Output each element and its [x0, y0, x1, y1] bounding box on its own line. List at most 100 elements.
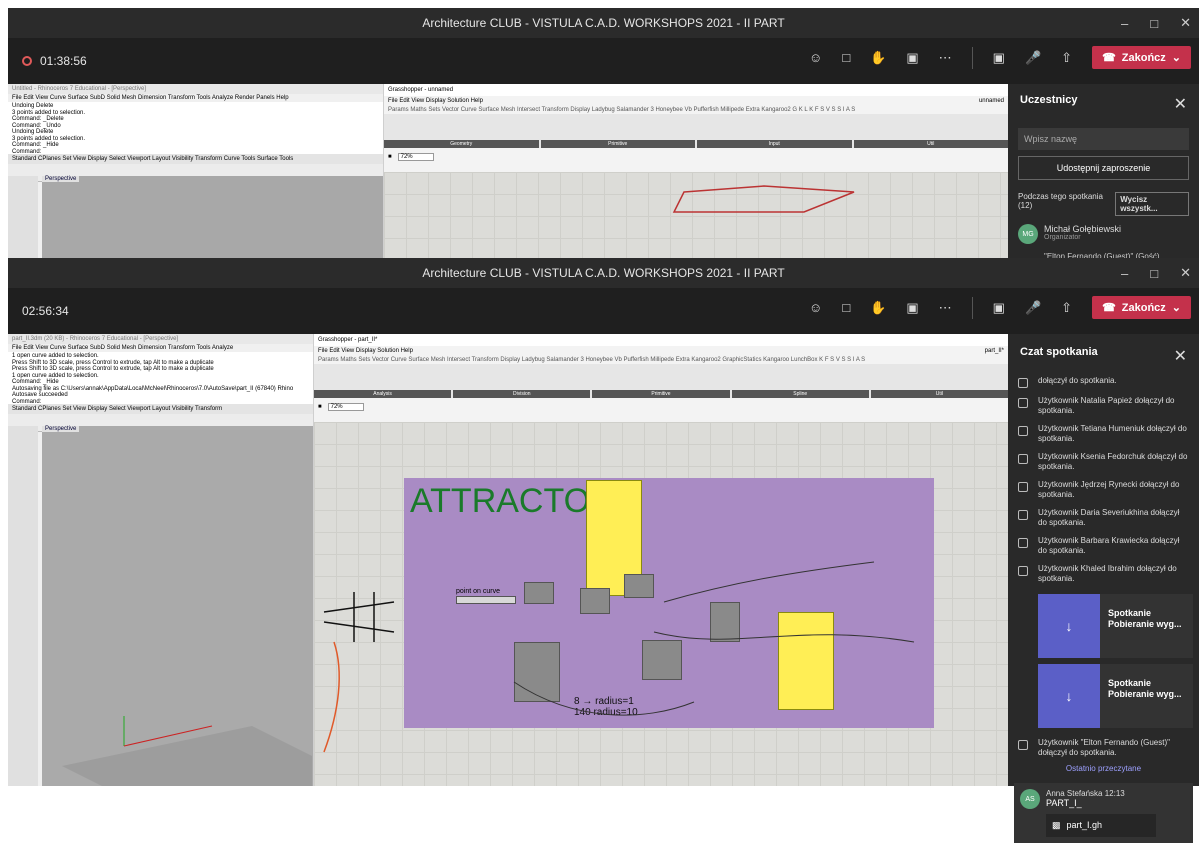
- close-icon[interactable]: ✕: [1180, 265, 1191, 281]
- chevron-down-icon: ⌄: [1171, 52, 1181, 64]
- save-icon[interactable]: ■: [388, 154, 392, 160]
- reactions-icon[interactable]: ✋: [870, 50, 886, 66]
- gh-group-label[interactable]: Division: [453, 390, 591, 398]
- gh-group-label[interactable]: Primitive: [540, 140, 695, 148]
- toolbar-tabs[interactable]: Standard CPlanes Set View Display Select…: [8, 404, 313, 414]
- gh-groups: Analysis Division Primitive Spline Util: [314, 390, 1008, 398]
- participant-name: Michał Gołębiewski: [1044, 224, 1122, 234]
- gh-menu[interactable]: File Edit View Display Solution Help: [318, 348, 413, 354]
- gh-canvas[interactable]: ATTRACTOR point on curve 8 → radius=1 14…: [314, 422, 1008, 786]
- gh-group-label[interactable]: Geometry: [384, 140, 539, 148]
- teams-window-top: Architecture CLUB - VISTULA C.A.D. WORKS…: [8, 8, 1199, 261]
- sketch-curve: [672, 185, 855, 213]
- gh-group-label[interactable]: Primitive: [592, 390, 730, 398]
- download-icon: ↓: [1038, 594, 1100, 658]
- gh-group-label[interactable]: Util: [853, 140, 1008, 148]
- minimize-icon[interactable]: –: [1121, 16, 1128, 31]
- gh-group-label[interactable]: Input: [697, 140, 852, 148]
- invite-button[interactable]: Udostępnij zaproszenie: [1018, 156, 1189, 180]
- rhino-window: Untitled - Rhinoceros 7 Educational - [P…: [8, 84, 383, 258]
- rhino-menu[interactable]: File Edit View Curve Surface SubD Solid …: [8, 344, 313, 352]
- meeting-toolbar: 02:56:34 ☺ □ ✋ ▣ ⋯ ▣ 🎤 ⇧ ☎ Zakończ ⌄: [8, 288, 1199, 334]
- download-card[interactable]: ↓ Spotkanie Pobieranie wyg...: [1038, 594, 1193, 658]
- divider: [971, 296, 973, 319]
- save-icon[interactable]: ■: [318, 404, 322, 410]
- gh-tabs[interactable]: Params Maths Sets Vector Curve Surface M…: [314, 356, 1008, 364]
- zoom-field[interactable]: 72%: [327, 403, 364, 411]
- join-icon: [1018, 510, 1028, 520]
- leave-button[interactable]: ☎ Zakończ ⌄: [1092, 46, 1191, 69]
- rhino-menu[interactable]: File Edit View Curve Surface SubD Solid …: [8, 94, 383, 102]
- rhino-window: part_II.3dm (20 KB) - Rhinoceros 7 Educa…: [8, 334, 313, 786]
- rhino-title: Untitled - Rhinoceros 7 Educational - [P…: [8, 84, 383, 94]
- sidebar-tools[interactable]: [8, 426, 38, 786]
- phone-icon: ☎: [1102, 52, 1116, 64]
- meeting-timer: 01:38:56: [22, 54, 87, 68]
- rooms-icon[interactable]: ▣: [906, 300, 918, 316]
- recording-icon: [22, 56, 32, 66]
- chat-message[interactable]: AS Anna Stefańska 12:13 PART_I_ ▩ part_I.…: [1014, 783, 1193, 843]
- close-icon[interactable]: ✕: [1180, 15, 1191, 31]
- camera-off-icon[interactable]: ▣: [993, 50, 1005, 66]
- gh-group-label[interactable]: Analysis: [314, 390, 452, 398]
- gh-tabs[interactable]: Params Maths Sets Vector Curve Surface M…: [384, 106, 1008, 114]
- sender-name: Anna Stefańska: [1046, 789, 1103, 798]
- window-controls: – □ ✕: [1121, 8, 1191, 38]
- gh-doc-name: unnamed: [978, 98, 1004, 104]
- viewport[interactable]: Perspective: [42, 426, 313, 786]
- share-icon[interactable]: ⇧: [1061, 50, 1072, 66]
- participants-icon[interactable]: ☺: [809, 300, 822, 315]
- participant-item[interactable]: MG Michał Gołębiewski Organizator: [1008, 222, 1199, 246]
- chat-icon[interactable]: □: [842, 300, 850, 315]
- file-icon: ▩: [1052, 820, 1061, 830]
- message-time: 12:13: [1104, 789, 1125, 798]
- toolbar-tabs[interactable]: Standard CPlanes Set View Display Select…: [8, 154, 383, 164]
- download-icon: ↓: [1038, 664, 1100, 728]
- more-icon[interactable]: ⋯: [939, 50, 952, 66]
- gh-title: Grasshopper - unnamed: [384, 84, 1008, 96]
- maximize-icon[interactable]: □: [1150, 16, 1158, 31]
- command-history: 1 open curve added to selection. Press Sh…: [8, 352, 313, 404]
- list-item: Użytkownik "Elton Fernando (Guest)" dołą…: [1008, 734, 1199, 762]
- shared-screen: Untitled - Rhinoceros 7 Educational - [P…: [8, 84, 1008, 258]
- close-icon[interactable]: ✕: [1174, 346, 1187, 366]
- gh-menu[interactable]: File Edit View Display Solution Help: [388, 98, 483, 104]
- gh-group-label[interactable]: Util: [870, 390, 1008, 398]
- chevron-down-icon: ⌄: [1171, 302, 1181, 314]
- minimize-icon[interactable]: –: [1121, 266, 1128, 281]
- chat-icon[interactable]: □: [842, 50, 850, 65]
- participant-search-input[interactable]: Wpisz nazwę: [1018, 128, 1189, 150]
- close-icon[interactable]: ✕: [1174, 94, 1187, 114]
- window-title-bar: Architecture CLUB - VISTULA C.A.D. WORKS…: [8, 258, 1199, 288]
- gh-canvas-toolbar: ■ 72%: [384, 148, 1008, 166]
- gh-component-ribbon[interactable]: Analysis Division Primitive Spline Util: [314, 364, 1008, 398]
- file-attachment[interactable]: ▩ part_I.gh: [1046, 814, 1156, 837]
- viewport[interactable]: Perspective: [42, 176, 383, 258]
- sidebar-tools[interactable]: [8, 176, 38, 258]
- gh-group-label[interactable]: Spline: [731, 390, 869, 398]
- mute-all-button[interactable]: Wycisz wszystk...: [1115, 192, 1189, 216]
- last-read-divider: Ostatnio przeczytane: [1065, 764, 1142, 773]
- gh-groups: Geometry Primitive Input Util: [384, 140, 1008, 148]
- avatar: MG: [1018, 224, 1038, 244]
- participants-icon[interactable]: ☺: [809, 50, 822, 65]
- gh-component-ribbon[interactable]: Geometry Primitive Input Util: [384, 114, 1008, 148]
- reactions-icon[interactable]: ✋: [870, 300, 886, 316]
- gh-doc-name: part_II*: [984, 348, 1004, 354]
- gh-canvas[interactable]: [384, 172, 1008, 258]
- join-icon: [1018, 566, 1028, 576]
- camera-off-icon[interactable]: ▣: [993, 300, 1005, 316]
- mic-off-icon[interactable]: 🎤: [1025, 50, 1041, 66]
- mic-off-icon[interactable]: 🎤: [1025, 300, 1041, 316]
- share-icon[interactable]: ⇧: [1061, 300, 1072, 316]
- maximize-icon[interactable]: □: [1150, 266, 1158, 281]
- more-icon[interactable]: ⋯: [939, 300, 952, 316]
- window-title: Architecture CLUB - VISTULA C.A.D. WORKS…: [422, 16, 785, 30]
- leave-button[interactable]: ☎ Zakończ ⌄: [1092, 296, 1191, 319]
- viewport-label[interactable]: Perspective: [42, 176, 80, 182]
- list-item: Użytkownik Jędrzej Rynecki dołączył do s…: [1008, 476, 1199, 504]
- rooms-icon[interactable]: ▣: [906, 50, 918, 66]
- zoom-field[interactable]: 72%: [397, 153, 434, 161]
- meeting-controls: ☺ □ ✋ ▣ ⋯ ▣ 🎤 ⇧ ☎ Zakończ ⌄: [809, 46, 1191, 69]
- download-card[interactable]: ↓ Spotkanie Pobieranie wyg...: [1038, 664, 1193, 728]
